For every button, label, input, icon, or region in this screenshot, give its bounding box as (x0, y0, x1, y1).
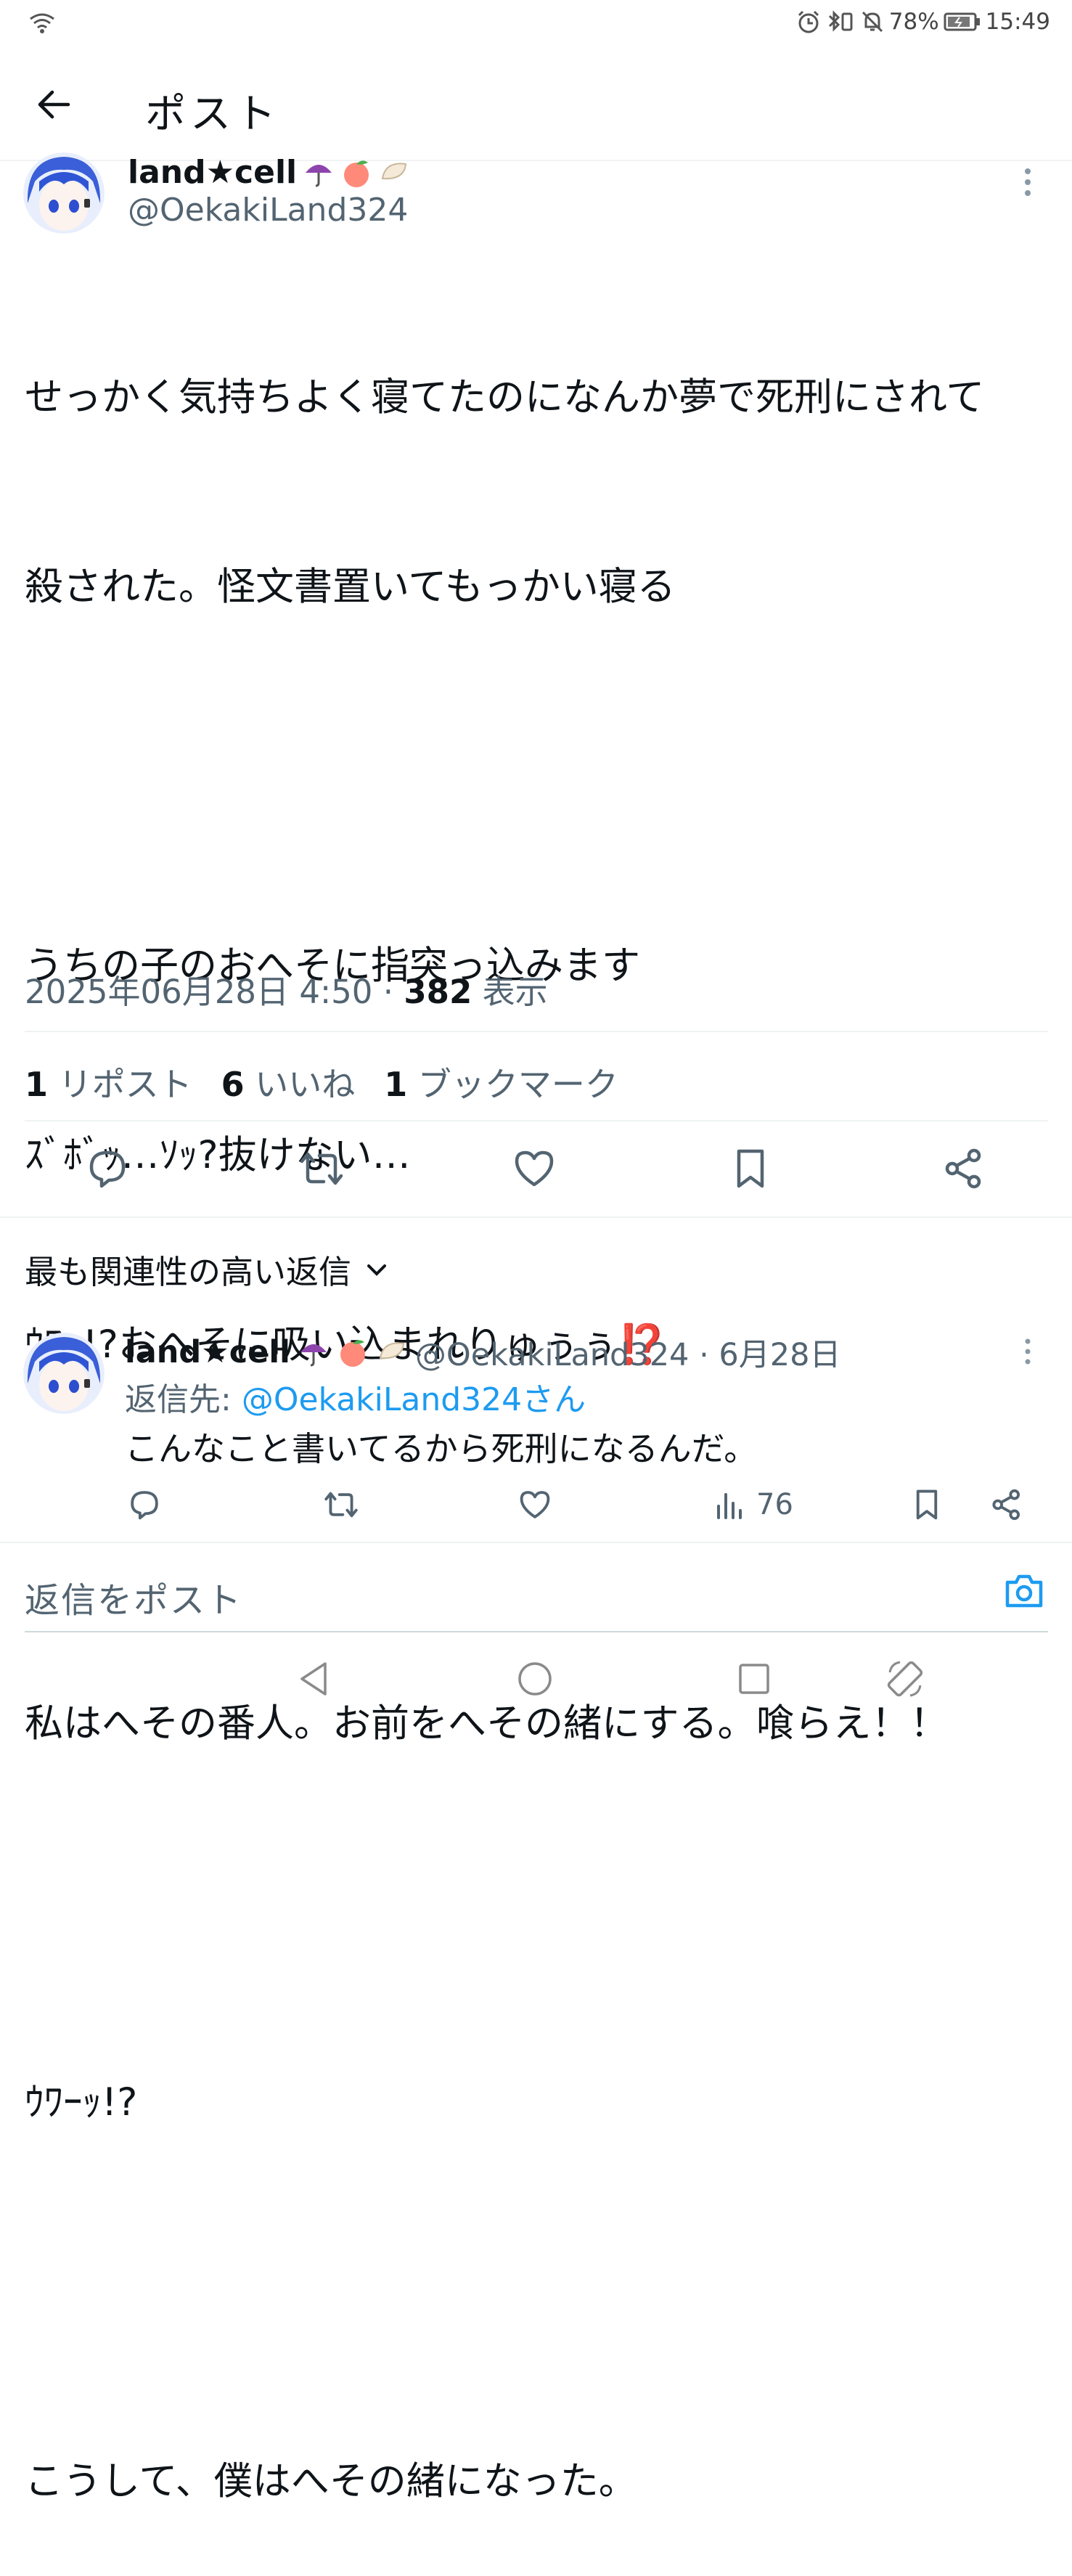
tweet-timestamp[interactable]: 2025年06月28日 4:50 (25, 973, 372, 1011)
page-header: ポスト (0, 65, 1072, 161)
like-icon[interactable] (512, 1147, 556, 1190)
wifi-icon (30, 13, 54, 33)
mute-bell-icon (862, 11, 883, 33)
camera-icon[interactable] (1003, 1572, 1045, 1610)
reply-to-link[interactable]: @OekakiLand324さん (242, 1381, 586, 1418)
tweet-text-line (25, 1881, 1048, 1945)
clock: 15:49 (985, 9, 1050, 35)
peach-emoji-icon (344, 160, 369, 187)
system-navigation-bar (0, 1648, 1072, 1716)
nav-recents-icon[interactable] (737, 1662, 771, 1696)
bookmark-stat[interactable]: 1 ブックマーク (384, 1058, 618, 1106)
avatar[interactable] (23, 152, 105, 234)
bookmark-count: 1 (384, 1065, 408, 1104)
view-label: 表示 (482, 973, 548, 1011)
divider (25, 1031, 1048, 1032)
reply-sort-label: 最も関連性の高い返信 (25, 1253, 352, 1291)
reply-sort-dropdown[interactable]: 最も関連性の高い返信 (25, 1246, 389, 1293)
reply-handle-date[interactable]: @OekakiLand324 · 6月28日 (415, 1330, 841, 1375)
like-label: いいね (255, 1065, 356, 1104)
nav-home-icon[interactable] (517, 1661, 553, 1697)
bookmark-icon[interactable] (729, 1147, 772, 1190)
battery-percent: 78% (888, 9, 939, 35)
share-icon[interactable] (990, 1488, 1023, 1521)
umbrella-emoji-icon (306, 164, 332, 187)
divider (0, 1217, 1072, 1218)
bookmark-label: ブックマーク (417, 1065, 618, 1104)
like-icon[interactable] (518, 1488, 552, 1521)
tweet-text-line: ｳﾜｰｯ!? (25, 2080, 138, 2125)
dumpling-emoji-icon (381, 162, 407, 179)
tweet-meta: 2025年06月28日 4:50 · 382 表示 (25, 973, 548, 1011)
composer-underline (25, 1631, 1048, 1632)
like-count: 6 (221, 1065, 245, 1104)
rotate-screen-icon[interactable] (884, 1658, 926, 1700)
tweet-text-line: こうして、僕はへその緒になった。 (25, 2459, 637, 2503)
reply-view-count: 76 (756, 1488, 793, 1521)
bluetooth-vibrate-icon (828, 10, 853, 32)
reply-icon[interactable] (86, 1147, 129, 1190)
repost-label: リポスト (58, 1065, 192, 1104)
battery-icon (944, 12, 980, 31)
reply-icon[interactable] (128, 1488, 161, 1521)
divider (0, 1542, 1072, 1543)
like-stat[interactable]: 6 いいね (221, 1058, 356, 1106)
dumpling-emoji-icon (379, 1342, 404, 1359)
tweet-text-line: 殺された。怪文書置いてもっかい寝る (25, 565, 676, 609)
reply-action-bar: 76 (0, 1488, 1072, 1524)
tweet-action-bar (0, 1147, 1072, 1198)
reply-to-prefix: 返信先: (125, 1381, 242, 1418)
reply-more-options-icon[interactable] (1022, 1337, 1034, 1366)
nav-back-icon[interactable] (298, 1661, 330, 1697)
repost-stat[interactable]: 1 リポスト (25, 1058, 192, 1106)
more-options-icon[interactable] (1022, 165, 1034, 199)
status-bar: 78% 15:49 (0, 0, 1072, 48)
divider (25, 1120, 1048, 1121)
reply-author-name[interactable]: land★cell (125, 1334, 290, 1370)
reply-avatar[interactable] (23, 1333, 105, 1414)
engagement-stats: 1 リポスト 6 いいね 1 ブックマーク (25, 1058, 618, 1106)
author-name[interactable]: land★cell (128, 154, 297, 191)
chevron-down-icon (367, 1264, 387, 1276)
repost-icon[interactable] (299, 1147, 344, 1190)
alarm-icon (798, 10, 819, 33)
peach-emoji-icon (340, 1340, 365, 1367)
tweet-text-line (25, 745, 1048, 808)
view-count: 382 (404, 973, 472, 1011)
analytics-icon (717, 1493, 742, 1519)
reply-text: こんなこと書いてるから死刑になるんだ。 (125, 1429, 758, 1468)
reply-views[interactable]: 76 (716, 1488, 793, 1521)
author-handle[interactable]: @OekakiLand324 (128, 192, 408, 229)
tweet-text-line (25, 2260, 1048, 2323)
tweet-text-line: せっかく気持ちよく寝てたのになんか夢で死刑にされて (25, 375, 985, 420)
back-arrow-icon[interactable] (35, 86, 73, 123)
repost-icon[interactable] (324, 1488, 359, 1521)
reply-author-row: land★cell @OekakiLand324 · 6月28日 (125, 1330, 841, 1375)
page-title: ポスト (145, 91, 280, 138)
umbrella-emoji-icon (300, 1344, 327, 1367)
reply-to-line: 返信先: @OekakiLand324さん (125, 1373, 586, 1420)
author-row: land★cell (128, 154, 410, 191)
share-icon[interactable] (942, 1147, 986, 1190)
reply-composer-input[interactable]: 返信をポスト (25, 1571, 242, 1622)
bookmark-icon[interactable] (910, 1488, 944, 1521)
repost-count: 1 (25, 1065, 49, 1104)
